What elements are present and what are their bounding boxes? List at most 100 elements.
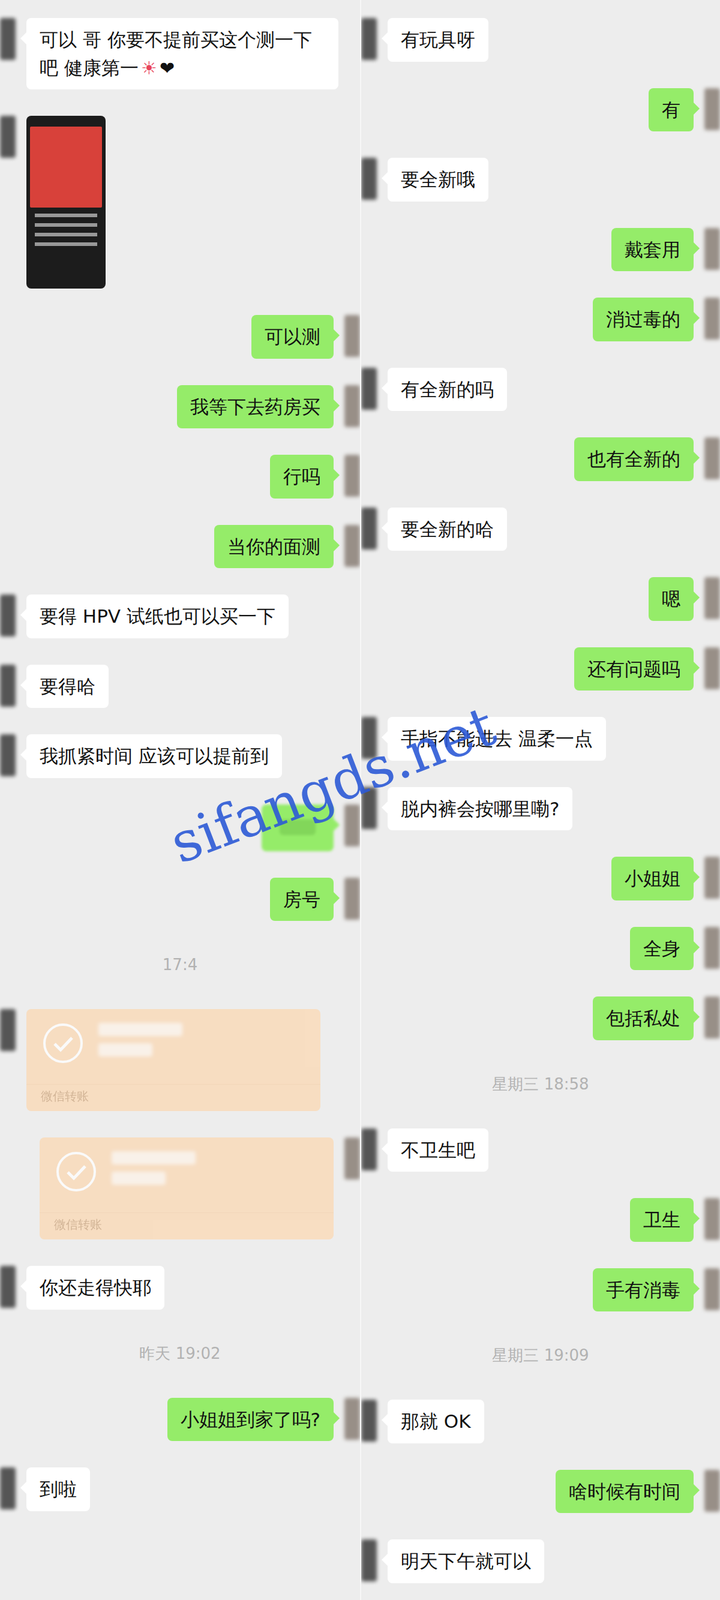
blurred-bubble[interactable]: [261, 804, 334, 852]
message-text: 消过毒的: [606, 308, 681, 330]
message-bubble[interactable]: 要全新哦: [387, 157, 489, 202]
avatar-icon[interactable]: [344, 525, 360, 567]
avatar-icon[interactable]: [0, 115, 16, 158]
message-text: 要得 HPV 试纸也可以买一下: [39, 605, 276, 627]
avatar-icon[interactable]: [704, 856, 720, 899]
avatar-icon[interactable]: [704, 577, 720, 620]
message-bubble[interactable]: 当你的面测: [214, 525, 334, 569]
image-message[interactable]: [26, 115, 106, 289]
message-text: 啥时候有时间: [568, 1480, 681, 1503]
message-bubble[interactable]: 你还走得快耶: [26, 1266, 165, 1310]
message-bubble[interactable]: 有: [648, 88, 694, 132]
message-row: 你还走得快耶: [0, 1266, 360, 1310]
avatar-icon[interactable]: [704, 1198, 720, 1241]
avatar-icon[interactable]: [0, 1467, 16, 1510]
message-bubble[interactable]: 小姐姐到家了吗?: [167, 1398, 334, 1442]
message-bubble[interactable]: 包括私处: [592, 996, 694, 1041]
avatar-icon[interactable]: [361, 1128, 377, 1171]
avatar-icon[interactable]: [0, 18, 16, 60]
sun-icon: ☀: [141, 57, 158, 79]
message-bubble[interactable]: 也有全新的: [574, 437, 694, 482]
message-bubble[interactable]: 有玩具呀: [387, 18, 489, 62]
image-content: [30, 126, 102, 208]
message-bubble[interactable]: 嗯: [648, 577, 694, 621]
message-text: 当你的面测: [227, 535, 321, 558]
message-row: 小姐姐: [361, 856, 720, 901]
avatar-icon[interactable]: [344, 385, 360, 428]
message-bubble[interactable]: 不卫生吧: [387, 1128, 489, 1173]
image-line: [34, 242, 98, 246]
message-row: 微信转账: [0, 1009, 360, 1112]
avatar-icon[interactable]: [344, 877, 360, 920]
avatar-icon[interactable]: [361, 507, 377, 550]
timestamp: 17:4: [0, 947, 360, 983]
message-bubble[interactable]: 要得 HPV 试纸也可以买一下: [26, 594, 289, 639]
message-bubble[interactable]: 要全新的哈: [387, 507, 507, 552]
message-row: [0, 115, 360, 289]
message-row: 我等下去药房买: [0, 385, 360, 429]
avatar-icon[interactable]: [704, 88, 720, 131]
avatar-icon[interactable]: [361, 717, 377, 759]
avatar-icon[interactable]: [361, 367, 377, 410]
avatar-icon[interactable]: [0, 594, 16, 637]
transfer-card[interactable]: 微信转账: [26, 1009, 321, 1112]
transfer-body: [39, 1137, 334, 1206]
message-bubble[interactable]: 可以测: [251, 315, 334, 359]
avatar-icon[interactable]: [704, 927, 720, 969]
avatar-icon[interactable]: [704, 647, 720, 690]
message-bubble[interactable]: 明天下午就可以: [387, 1539, 545, 1584]
transfer-card[interactable]: 微信转账: [39, 1137, 334, 1240]
avatar-icon[interactable]: [361, 18, 377, 60]
message-bubble[interactable]: 手有消毒: [592, 1268, 694, 1313]
message-bubble[interactable]: 那就 OK: [387, 1399, 485, 1444]
avatar-icon[interactable]: [361, 1399, 377, 1442]
message-bubble[interactable]: 我等下去药房买: [177, 385, 334, 429]
avatar-icon[interactable]: [704, 1268, 720, 1311]
message-bubble[interactable]: 房号: [270, 877, 334, 922]
message-bubble[interactable]: 全身: [630, 927, 694, 971]
message-text: 要得哈: [39, 675, 96, 698]
message-text: 卫生: [643, 1209, 681, 1231]
message-row: 手有消毒: [361, 1268, 720, 1313]
message-bubble[interactable]: 啥时候有时间: [555, 1470, 694, 1514]
avatar-icon[interactable]: [361, 1539, 377, 1582]
avatar-icon[interactable]: [704, 1470, 720, 1512]
message-bubble[interactable]: 消过毒的: [592, 297, 694, 342]
avatar-icon[interactable]: [704, 437, 720, 480]
message-bubble[interactable]: 还有问题吗: [574, 647, 694, 692]
avatar-icon[interactable]: [0, 734, 16, 777]
message-bubble[interactable]: 有全新的吗: [387, 367, 507, 412]
avatar-icon[interactable]: [704, 297, 720, 340]
avatar-icon[interactable]: [0, 664, 16, 707]
message-bubble[interactable]: 要得哈: [26, 664, 109, 709]
blurred-amount: [111, 1151, 196, 1193]
message-text: 有全新的吗: [400, 378, 494, 401]
message-bubble[interactable]: 可以 哥 你要不提前买这个测一下吧 健康第一☀❤: [26, 18, 339, 90]
message-bubble[interactable]: 戴套用: [611, 228, 694, 272]
avatar-icon[interactable]: [344, 454, 360, 497]
message-bubble[interactable]: 我抓紧时间 应该可以提前到: [26, 734, 282, 779]
avatar-icon[interactable]: [0, 1266, 16, 1308]
message-row: 到啦: [0, 1467, 360, 1512]
message-bubble[interactable]: 行吗: [270, 454, 334, 499]
avatar-icon[interactable]: [361, 787, 377, 830]
message-row: 不卫生吧: [361, 1128, 720, 1173]
avatar-icon[interactable]: [344, 315, 360, 357]
message-bubble[interactable]: 卫生: [630, 1198, 694, 1242]
avatar-icon[interactable]: [344, 1398, 360, 1440]
avatar-icon[interactable]: [361, 157, 377, 200]
image-line: [34, 213, 98, 218]
message-bubble[interactable]: 手指不能进去 温柔一点: [387, 717, 606, 761]
message-bubble[interactable]: 小姐姐: [611, 856, 694, 901]
avatar-icon[interactable]: [704, 228, 720, 270]
message-bubble[interactable]: 脱内裤会按哪里嘞?: [387, 787, 573, 831]
avatar-icon[interactable]: [704, 996, 720, 1039]
message-row: 也有全新的: [361, 437, 720, 482]
message-row: 有玩具呀: [361, 18, 720, 62]
avatar-icon[interactable]: [0, 1009, 16, 1052]
check-icon: [42, 1022, 84, 1065]
message-bubble[interactable]: 到啦: [26, 1467, 90, 1512]
avatar-icon[interactable]: [344, 1137, 360, 1180]
avatar-icon[interactable]: [344, 804, 360, 847]
message-text: 包括私处: [606, 1007, 681, 1029]
